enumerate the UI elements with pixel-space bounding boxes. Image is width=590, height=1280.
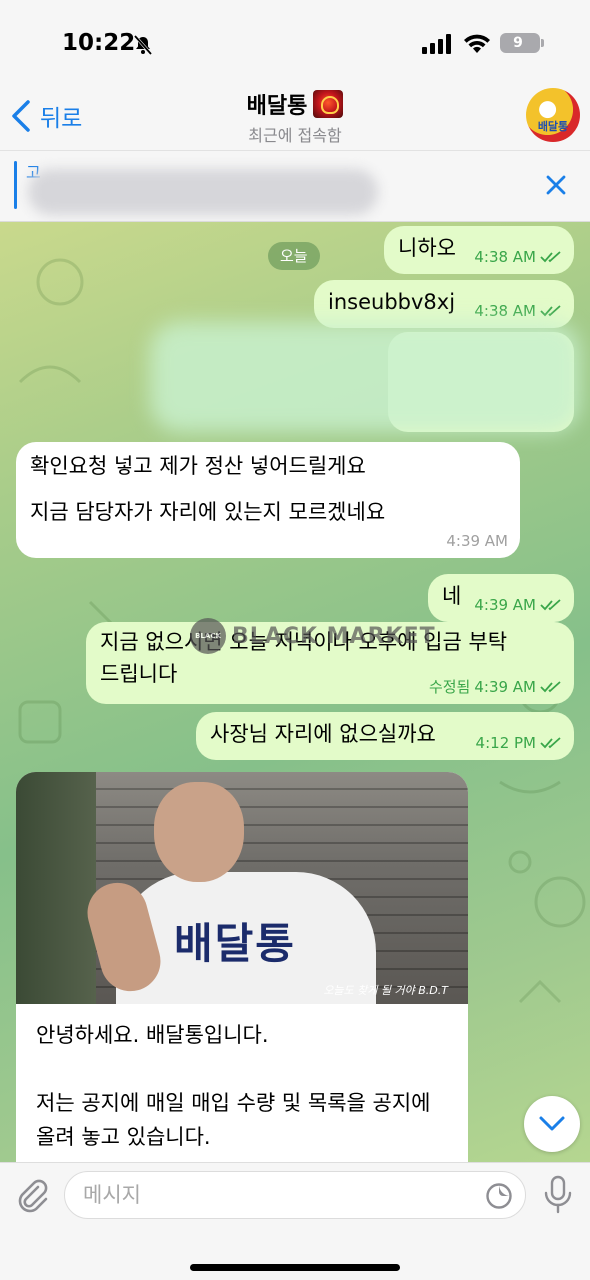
watermark-badge: BLACK xyxy=(190,618,226,654)
message-time: 4:39 AM xyxy=(474,678,536,696)
message-photo[interactable]: 배달통 오늘도 찾게 될 거야 B.D.T xyxy=(16,772,468,1004)
photo-tree xyxy=(16,772,96,1004)
dragon-emoji-icon xyxy=(313,90,344,118)
signal-icon xyxy=(422,34,451,54)
message-text: 네 xyxy=(442,584,462,608)
chat-title-block[interactable]: 배달통 최근에 접속함 xyxy=(0,88,590,146)
message-time: 4:38 AM xyxy=(474,302,536,320)
photo-person-head xyxy=(154,782,244,882)
message-meta: 4:38 AM xyxy=(474,248,562,266)
message-meta: 4:39 AM xyxy=(446,532,508,550)
battery-level: 9 xyxy=(513,35,523,51)
message-input-bar xyxy=(0,1162,590,1280)
message-text: 지금 담당자가 자리에 있는지 모르겠네요 xyxy=(30,500,386,524)
message-meta: 4:38 AM xyxy=(474,302,562,320)
message-bubble-outgoing[interactable]: 네 4:39 AM xyxy=(428,574,574,622)
media-message-incoming[interactable]: 배달통 오늘도 찾게 될 거야 B.D.T 안녕하세요. 배달통입니다. 저는 … xyxy=(16,772,468,1162)
microphone-icon[interactable] xyxy=(542,1175,574,1215)
pinned-message-bar[interactable]: 고 xyxy=(0,150,590,222)
paperclip-icon[interactable] xyxy=(14,1177,50,1213)
redacted-content xyxy=(150,322,580,432)
message-bubble-outgoing[interactable]: inseubbv8xj 4:38 AM xyxy=(314,280,574,328)
message-time: 4:39 AM xyxy=(474,596,536,614)
double-check-icon xyxy=(540,305,561,317)
edited-label: 수정됨 xyxy=(428,678,471,696)
battery-indicator: 9 xyxy=(500,33,544,53)
watermark: BLACK BLACK MARKET xyxy=(190,618,436,654)
chat-area[interactable]: 오늘 니하오 4:38 AM inseubbv8xj 4:38 AM 확인요청 … xyxy=(0,222,590,1162)
date-divider: 오늘 xyxy=(268,242,320,270)
message-text: inseubbv8xj xyxy=(328,290,456,314)
watermark-text: BLACK MARKET xyxy=(232,623,436,649)
media-caption-text: 안녕하세요. 배달통입니다. 저는 공지에 매일 매입 수량 및 목록을 공지에… xyxy=(16,1004,468,1154)
scroll-to-bottom-button[interactable] xyxy=(524,1096,580,1152)
message-meta: 수정됨 4:39 AM xyxy=(429,678,562,696)
message-input[interactable] xyxy=(65,1172,465,1218)
message-meta: 4:39 AM xyxy=(474,596,562,614)
avatar[interactable]: 배달통 xyxy=(526,88,580,142)
chat-header: 뒤로 배달통 최근에 접속함 배달통 xyxy=(0,88,590,148)
pinned-redacted-text xyxy=(28,169,378,215)
message-time: 4:39 AM xyxy=(446,532,508,550)
wifi-icon xyxy=(464,34,490,53)
status-time: 10:22 xyxy=(62,30,136,56)
message-text: 니하오 xyxy=(398,236,456,260)
status-bar: 10:22 9 xyxy=(0,0,590,88)
double-check-icon xyxy=(540,737,561,749)
message-time: 4:38 AM xyxy=(474,248,536,266)
message-bubble-outgoing[interactable]: 니하오 4:38 AM xyxy=(384,226,574,274)
sticker-icon[interactable] xyxy=(485,1182,513,1210)
pinned-indicator xyxy=(14,161,17,209)
home-indicator xyxy=(190,1264,400,1271)
chat-title: 배달통 xyxy=(246,94,308,119)
photo-shirt-text: 배달통 xyxy=(174,919,296,968)
double-check-icon xyxy=(540,681,561,693)
double-check-icon xyxy=(540,599,561,611)
message-text: 사장님 자리에 없으실까요 xyxy=(210,722,436,746)
chevron-down-icon xyxy=(539,1116,565,1131)
message-field[interactable] xyxy=(64,1171,526,1219)
message-text: 안녕하세요. 배달통입니다. xyxy=(36,1023,269,1047)
last-seen-status: 최근에 접속함 xyxy=(248,126,342,145)
message-meta: 4:12 PM xyxy=(476,734,562,752)
message-text: 확인요청 넣고 제가 정산 넣어드릴게요 xyxy=(30,454,366,478)
double-check-icon xyxy=(540,251,561,263)
avatar-label: 배달통 xyxy=(537,120,569,133)
photo-caption: 오늘도 찾게 될 거야 B.D.T xyxy=(323,984,448,997)
message-bubble-incoming[interactable]: 확인요청 넣고 제가 정산 넣어드릴게요 지금 담당자가 자리에 있는지 모르겠… xyxy=(16,442,520,558)
message-time: 4:12 PM xyxy=(475,734,536,752)
close-icon[interactable] xyxy=(544,173,568,197)
bell-muted-icon xyxy=(133,35,153,55)
message-bubble-outgoing[interactable]: 사장님 자리에 없으실까요 4:12 PM xyxy=(196,712,574,760)
message-text: 저는 공지에 매일 매입 수량 및 목록을 공지에 올려 놓고 있습니다. xyxy=(36,1091,431,1149)
